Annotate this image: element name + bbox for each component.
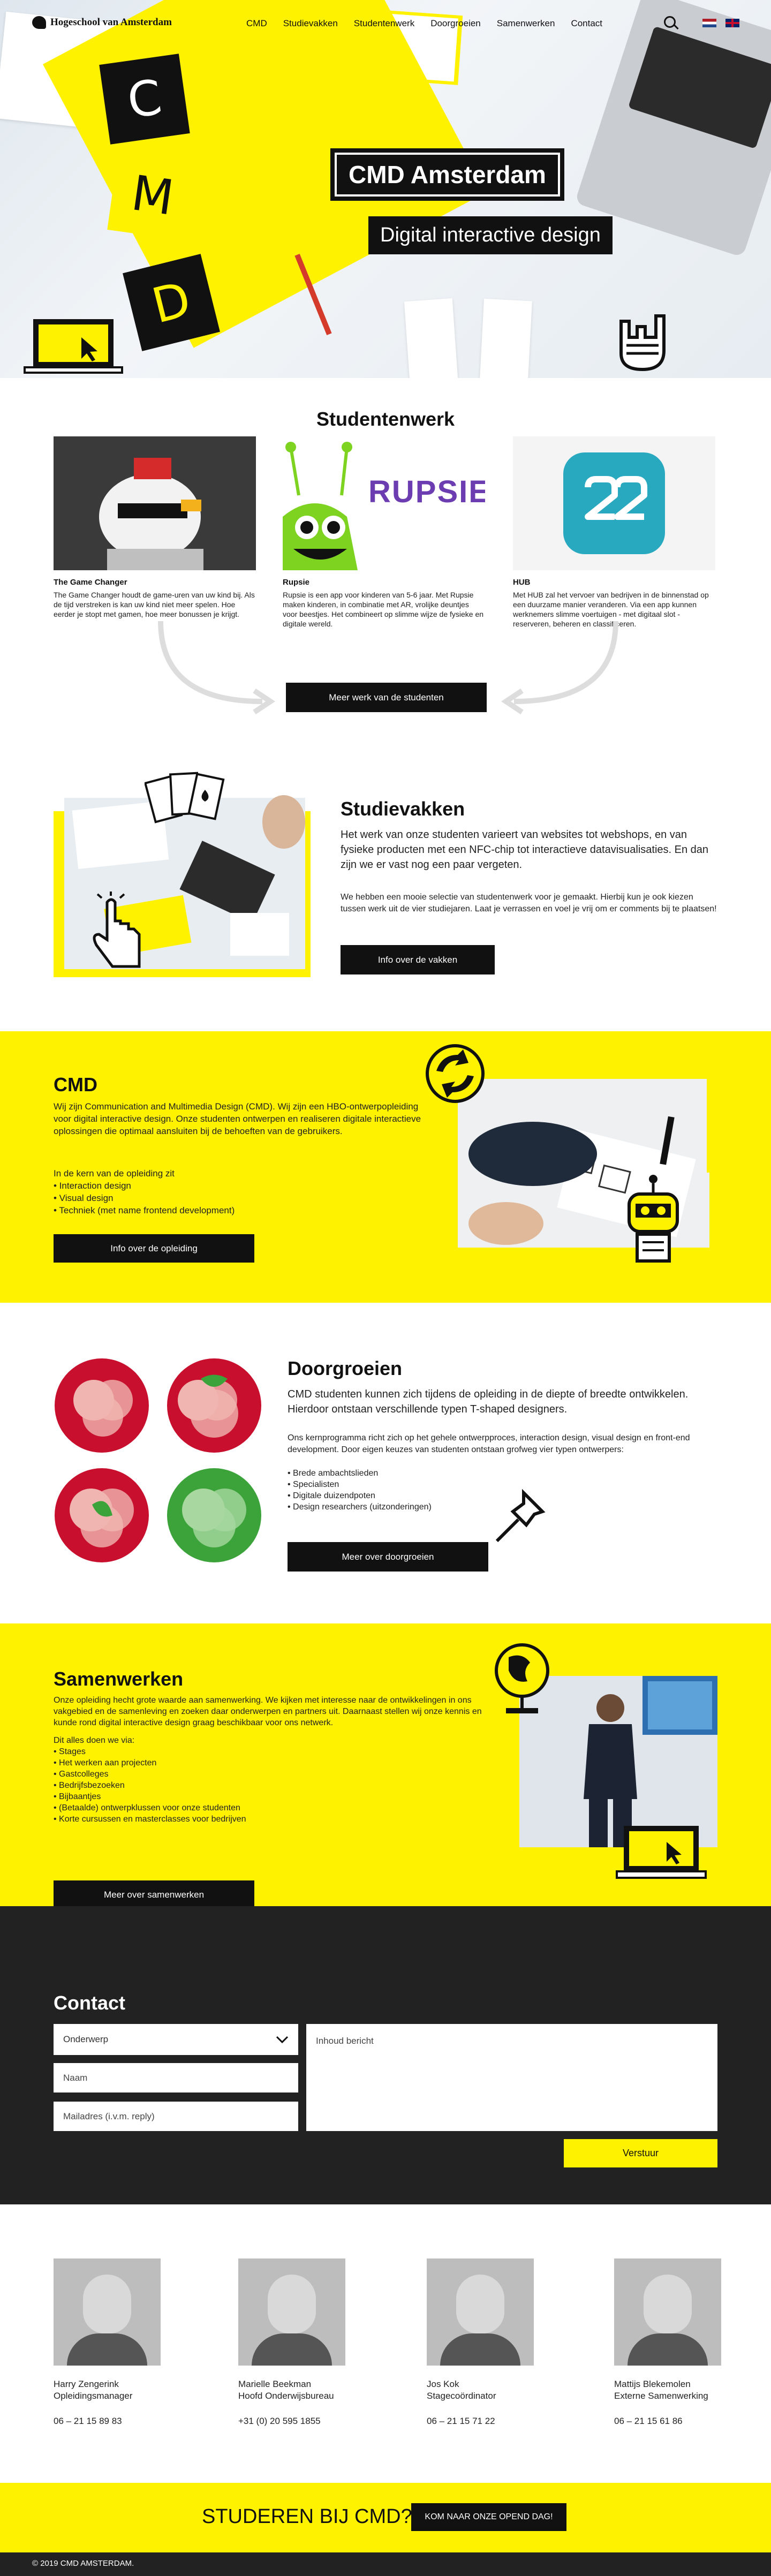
- flag-nl-icon[interactable]: [702, 19, 716, 27]
- doorgroeien-title: Doorgroeien: [288, 1357, 403, 1379]
- team-phone[interactable]: 06 – 21 15 71 22: [427, 2416, 566, 2427]
- samenwerken-intro: Onze opleiding hecht grote waarde aan sa…: [54, 1696, 482, 1727]
- team-role: Opleidingsmanager: [54, 2391, 133, 2401]
- contact-title: Contact: [54, 1992, 125, 2014]
- push-pin-icon: [495, 1489, 546, 1543]
- samenwerken-title: Samenwerken: [54, 1668, 184, 1690]
- card-text: Rupsie is een app voor kinderen van 5-6 …: [283, 591, 484, 628]
- team-phone[interactable]: 06 – 21 15 61 86: [614, 2416, 753, 2427]
- email-field[interactable]: Mailadres (i.v.m. reply): [54, 2102, 298, 2131]
- card-title: Rupsie: [283, 578, 310, 587]
- team-photo: [54, 2258, 161, 2366]
- laptop-cursor-icon: [616, 1826, 707, 1879]
- search-icon[interactable]: [664, 16, 676, 28]
- card-text: The Game Changer houdt de game-uren van …: [54, 591, 255, 618]
- team-member-card: Harry Zengerink Opleidingsmanager 06 – 2…: [54, 2258, 193, 2427]
- submit-button[interactable]: Verstuur: [564, 2139, 717, 2167]
- team-phone[interactable]: 06 – 21 15 89 83: [54, 2416, 193, 2427]
- project-card-game-changer[interactable]: The Game Changer The Game Changer houdt …: [54, 436, 256, 619]
- curved-arrow-right-icon: [501, 621, 618, 715]
- team-member-card: Mattijs Blekemolen Externe Samenwerking …: [614, 2258, 753, 2427]
- rupsie-image: RUPSIE: [283, 436, 485, 570]
- letter-c-block: C: [99, 54, 190, 145]
- team-role: Stagecoördinator: [427, 2391, 496, 2401]
- more-doorgroeien-button[interactable]: Meer over doorgroeien: [288, 1542, 488, 1572]
- nav-samenwerken[interactable]: Samenwerken: [497, 18, 555, 29]
- robot-icon: [628, 1175, 679, 1263]
- studievakken-text: We hebben een mooie selectie van student…: [341, 893, 717, 913]
- team-phone[interactable]: +31 (0) 20 595 1855: [238, 2416, 377, 2427]
- team-name: Marielle Beekman: [238, 2379, 312, 2389]
- flag-en-icon[interactable]: [725, 19, 739, 27]
- cmd-intro: Wij zijn Communication and Multimedia De…: [54, 1101, 421, 1136]
- open-day-button[interactable]: KOM NAAR ONZE OPEND DAG!: [411, 2503, 566, 2531]
- cta-text: STUDEREN BIJ CMD?: [202, 2505, 412, 2528]
- rupsie-logo-text: RUPSIE: [368, 474, 485, 509]
- team-photo: [238, 2258, 345, 2366]
- studentenwerk-title: Studentenwerk: [316, 408, 455, 430]
- nav-studentenwerk[interactable]: Studentenwerk: [354, 18, 414, 29]
- studievakken-intro: Het werk van onze studenten varieert van…: [341, 829, 709, 871]
- hero-title: CMD Amsterdam: [335, 153, 560, 197]
- copyright-text: © 2019 CMD AMSTERDAM.: [32, 2559, 134, 2568]
- laptop-cursor-icon: [24, 319, 123, 374]
- footer: © 2019 CMD AMSTERDAM.: [0, 2552, 771, 2576]
- letter-m-block: M: [107, 150, 198, 241]
- team-photo: [427, 2258, 534, 2366]
- team-member-card: Marielle Beekman Hoofd Onderwijsbureau +…: [238, 2258, 377, 2427]
- name-field[interactable]: Naam: [54, 2063, 298, 2092]
- globe-icon: [495, 1643, 549, 1713]
- game-changer-image: [54, 436, 256, 570]
- team-role: Hoofd Onderwijsbureau: [238, 2391, 334, 2401]
- hub-image: [513, 436, 715, 570]
- team-name: Harry Zengerink: [54, 2379, 119, 2389]
- message-field[interactable]: Inhoud bericht: [306, 2024, 717, 2131]
- team-role: Externe Samenwerking: [614, 2391, 708, 2401]
- touch-hand-icon: [93, 892, 141, 968]
- nav-doorgroeien[interactable]: Doorgroeien: [430, 18, 481, 29]
- recycle-arrows-icon: [426, 1044, 485, 1103]
- studievakken-title: Studievakken: [341, 798, 465, 820]
- doorgroeien-text: Ons kernprogramma richt zich op het gehe…: [288, 1433, 690, 1454]
- cmd-list: In de kern van de opleiding zit • Intera…: [54, 1168, 235, 1215]
- hero-subtitle: Digital interactive design: [368, 216, 613, 254]
- card-title: HUB: [513, 578, 531, 587]
- info-vakken-button[interactable]: Info over de vakken: [341, 945, 495, 975]
- open-day-banner: STUDEREN BIJ CMD? KOM NAAR ONZE OPEND DA…: [0, 2483, 771, 2552]
- nav-cmd[interactable]: CMD: [246, 18, 267, 29]
- curved-arrow-left-icon: [158, 621, 276, 715]
- chevron-down-icon: [276, 2036, 289, 2043]
- hva-logo[interactable]: Hogeschool van Amsterdam: [32, 16, 172, 29]
- main-nav: CMD Studievakken Studentenwerk Doorgroei…: [246, 18, 602, 29]
- project-card-hub[interactable]: HUB Met HUB zal het vervoer van bedrijve…: [513, 436, 715, 629]
- more-samenwerken-button[interactable]: Meer over samenwerken: [54, 1880, 254, 1909]
- rock-hand-icon: [619, 314, 666, 372]
- studievakken-image: [54, 772, 311, 977]
- team-name: Mattijs Blekemolen: [614, 2379, 691, 2389]
- more-student-work-button[interactable]: Meer werk van de studenten: [286, 683, 487, 712]
- subject-select[interactable]: Onderwerp: [54, 2024, 298, 2055]
- cmd-title: CMD: [54, 1074, 97, 1096]
- team-member-card: Jos Kok Stagecoördinator 06 – 21 15 71 2…: [427, 2258, 566, 2427]
- info-opleiding-button[interactable]: Info over de opleiding: [54, 1234, 254, 1263]
- card-title: The Game Changer: [54, 578, 127, 587]
- samenwerken-list: Dit alles doen we via: • Stages • Het we…: [54, 1736, 246, 1824]
- playing-cards-icon: [145, 772, 225, 824]
- team-name: Jos Kok: [427, 2379, 459, 2389]
- hva-logo-icon: [32, 16, 46, 29]
- nav-contact[interactable]: Contact: [571, 18, 602, 29]
- doorgroeien-intro: CMD studenten kunnen zich tijdens de opl…: [288, 1388, 689, 1415]
- venn-diagrams-image: [55, 1358, 261, 1562]
- nav-studievakken[interactable]: Studievakken: [283, 18, 338, 29]
- team-photo: [614, 2258, 721, 2366]
- project-card-rupsie[interactable]: RUPSIE Rupsie Rupsie is een app voor kin…: [283, 436, 485, 629]
- hero-section: Hogeschool van Amsterdam CMD Studievakke…: [0, 0, 771, 378]
